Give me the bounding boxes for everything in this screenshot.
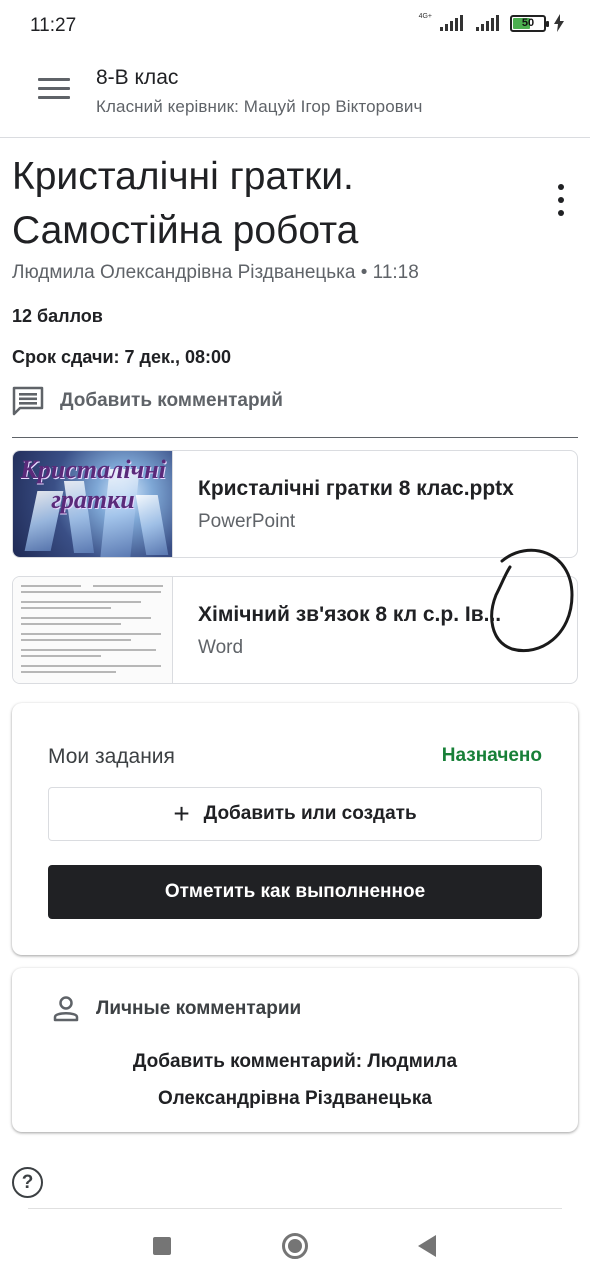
battery-icon: 50 — [510, 14, 549, 32]
person-icon — [53, 996, 79, 1022]
hamburger-menu-icon[interactable] — [38, 78, 70, 102]
my-work-card: Мои задания Назначено + Добавить или соз… — [12, 703, 578, 955]
thumbnail-text: Кристалічні гратки — [13, 451, 172, 515]
assignment-author-time: Людмила Олександрівна Різдванецька • 11:… — [12, 262, 419, 283]
help-icon[interactable]: ? — [12, 1167, 43, 1198]
back-icon[interactable] — [418, 1235, 436, 1257]
add-comment-label: Добавить комментарий — [60, 390, 283, 411]
status-badge: Назначено — [441, 745, 542, 766]
status-icons: 4G+ 50 — [418, 13, 564, 32]
private-comments-card: Личные комментарии Добавить комментарий:… — [12, 968, 578, 1132]
status-time: 11:27 — [30, 15, 77, 36]
add-private-comment-line: Добавить комментарий: Людмила — [132, 1051, 458, 1072]
class-teacher: Класний керівник: Мацуй Ігор Вікторович — [96, 97, 423, 116]
attachment-thumbnail-word — [13, 577, 173, 683]
attachment-type: Word — [198, 637, 244, 658]
class-name: 8-В клас — [96, 66, 179, 89]
home-icon[interactable] — [282, 1233, 308, 1259]
recent-apps-icon[interactable] — [153, 1237, 171, 1255]
add-private-comment-line: Олександрівна Різдванецька — [158, 1088, 432, 1109]
attachment-type: PowerPoint — [198, 511, 296, 532]
add-or-create-label: Добавить или создать — [203, 803, 417, 824]
divider — [28, 1208, 562, 1209]
charging-icon — [554, 14, 564, 32]
mark-as-done-button[interactable]: Отметить как выполненное — [48, 865, 542, 919]
signal-icon — [476, 15, 499, 31]
system-nav-bar — [0, 1212, 590, 1280]
status-bar: 11:27 4G+ 50 — [0, 0, 590, 52]
signal-icon — [440, 15, 463, 31]
thumbnail-text-line: Кристалічні — [20, 455, 166, 484]
plus-icon: + — [173, 798, 190, 829]
add-private-comment-link[interactable]: Добавить комментарий: Людмила Олександрі… — [12, 1043, 578, 1117]
app-bar: 8-В клас Класний керівник: Мацуй Ігор Ві… — [0, 52, 590, 138]
assignment-title: Кристалічні гратки. Самостійна робота — [12, 155, 359, 252]
divider — [12, 437, 578, 438]
private-comments-title: Личные комментарии — [96, 998, 302, 1019]
attachment-title: Хімічний зв'язок 8 кл с.р. Ів... — [198, 603, 502, 626]
add-class-comment-button[interactable]: Добавить комментарий — [12, 384, 332, 418]
assignment-due-date: Срок сдачи: 7 дек., 08:00 — [12, 347, 232, 367]
assignment-points: 12 баллов — [12, 306, 103, 326]
add-or-create-button[interactable]: + Добавить или создать — [48, 787, 542, 841]
attachment-thumbnail-powerpoint: Кристалічні гратки — [13, 451, 173, 557]
network-type-label: 4G+ — [418, 13, 432, 20]
attachment-title: Кристалічні гратки 8 клас.pptx — [198, 477, 514, 500]
comment-icon — [12, 386, 44, 416]
thumbnail-text-line: гратки — [51, 485, 135, 514]
attachment-word[interactable]: Хімічний зв'язок 8 кл с.р. Ів... Word — [12, 576, 578, 684]
battery-percent: 50 — [521, 17, 535, 29]
attachment-powerpoint[interactable]: Кристалічні гратки Кристалічні гратки 8 … — [12, 450, 578, 558]
more-vert-icon[interactable] — [550, 184, 572, 216]
my-work-title: Мои задания — [48, 745, 175, 768]
mark-as-done-label: Отметить как выполненное — [164, 881, 426, 902]
